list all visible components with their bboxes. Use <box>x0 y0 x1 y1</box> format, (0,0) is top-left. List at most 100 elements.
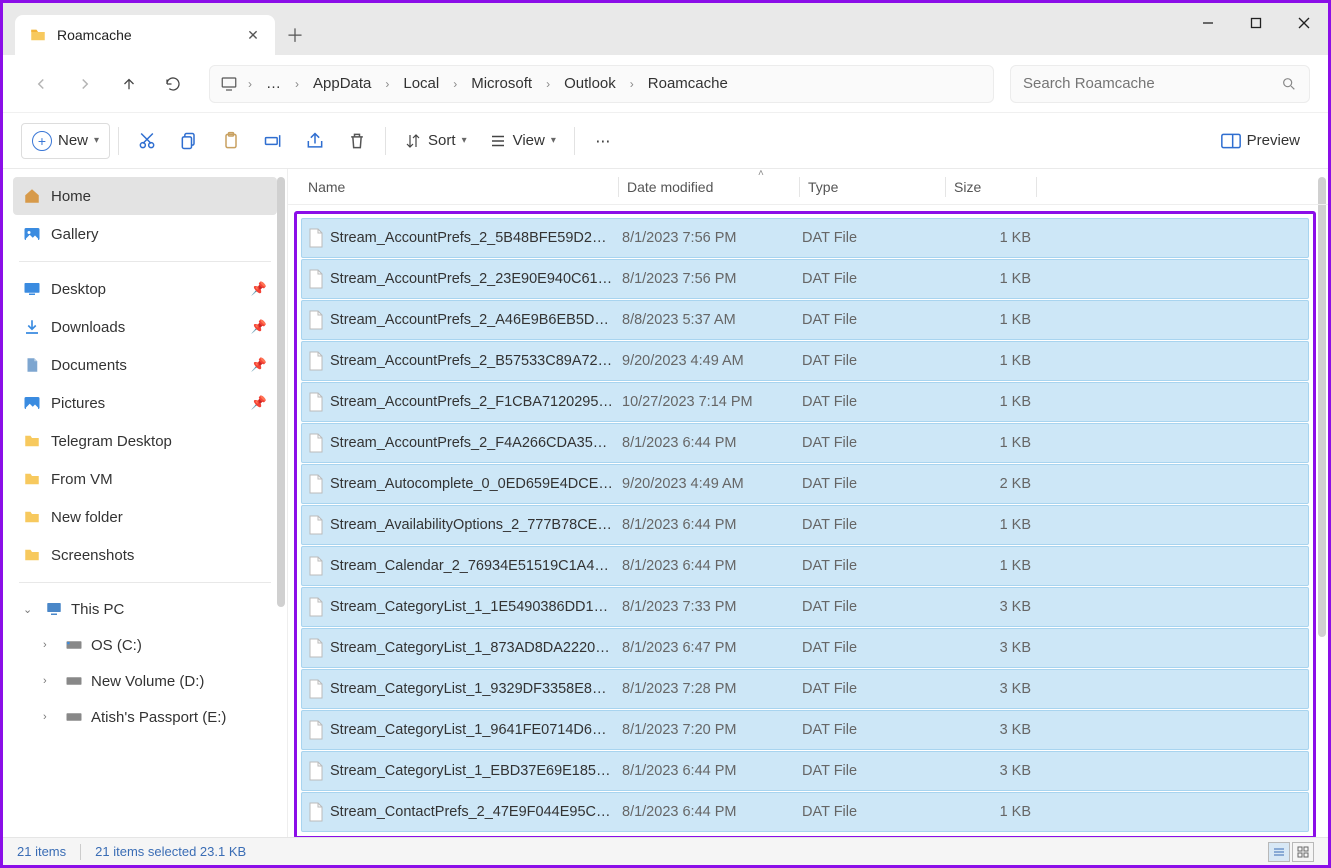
nav-gallery[interactable]: Gallery <box>13 215 277 253</box>
drive-d[interactable]: ›New Volume (D:) <box>13 663 277 699</box>
file-row[interactable]: Stream_Calendar_2_76934E51519C1A4EA…8/1/… <box>301 546 1309 586</box>
share-button[interactable] <box>295 123 335 159</box>
window-tab[interactable]: Roamcache ✕ <box>15 15 275 55</box>
delete-button[interactable] <box>337 123 377 159</box>
file-size: 1 KB <box>947 230 1037 246</box>
drive-icon <box>65 638 83 652</box>
minimize-button[interactable] <box>1184 3 1232 43</box>
pin-icon: 📌 <box>251 319 267 335</box>
file-date: 8/1/2023 7:28 PM <box>622 681 802 697</box>
file-row[interactable]: Stream_ContactPrefs_2_47E9F044E95CA0…8/1… <box>301 792 1309 832</box>
chevron-right-icon: › <box>244 77 256 91</box>
column-date[interactable]: Date modified <box>619 179 799 195</box>
view-button[interactable]: View ▾ <box>479 123 566 159</box>
file-size: 1 KB <box>947 271 1037 287</box>
breadcrumb-segment[interactable]: AppData <box>309 73 375 94</box>
file-row[interactable]: Stream_CategoryList_1_1E5490386DD152…8/1… <box>301 587 1309 627</box>
close-tab-button[interactable]: ✕ <box>245 27 261 43</box>
file-row[interactable]: Stream_CategoryList_1_9329DF3358E801…8/1… <box>301 669 1309 709</box>
file-type: DAT File <box>802 599 947 615</box>
file-date: 8/1/2023 7:20 PM <box>622 722 802 738</box>
file-date: 8/1/2023 6:44 PM <box>622 435 802 451</box>
quick-fromvm[interactable]: From VM <box>13 460 277 498</box>
copy-button[interactable] <box>169 123 209 159</box>
search-input[interactable] <box>1023 75 1281 92</box>
file-row[interactable]: Stream_AccountPrefs_2_F1CBA71202957…10/2… <box>301 382 1309 422</box>
chevron-right-icon: › <box>381 77 393 91</box>
rename-button[interactable] <box>253 123 293 159</box>
breadcrumb-segment[interactable]: Microsoft <box>467 73 536 94</box>
sort-button[interactable]: Sort ▾ <box>394 123 477 159</box>
column-size[interactable]: Size <box>946 179 1036 195</box>
folder-icon <box>23 470 41 488</box>
quick-documents[interactable]: Documents📌 <box>13 346 277 384</box>
file-row[interactable]: Stream_AccountPrefs_2_A46E9B6EB5DB2…8/8/… <box>301 300 1309 340</box>
file-row[interactable]: Stream_AvailabilityOptions_2_777B78CE0…8… <box>301 505 1309 545</box>
search-box[interactable] <box>1010 65 1310 103</box>
up-button[interactable] <box>109 64 149 104</box>
breadcrumb-segment[interactable]: Roamcache <box>644 73 732 94</box>
more-button[interactable]: ⋯ <box>583 123 623 159</box>
file-type: DAT File <box>802 804 947 820</box>
file-icon <box>302 269 330 289</box>
close-window-button[interactable] <box>1280 3 1328 43</box>
thumbnails-view-button[interactable] <box>1292 842 1314 862</box>
file-date: 8/1/2023 6:47 PM <box>622 640 802 656</box>
file-row[interactable]: Stream_AccountPrefs_2_F4A266CDA355E…8/1/… <box>301 423 1309 463</box>
drive-c[interactable]: ›OS (C:) <box>13 627 277 663</box>
file-name: Stream_CategoryList_1_9641FE0714D609… <box>330 722 622 738</box>
file-size: 1 KB <box>947 435 1037 451</box>
quick-downloads[interactable]: Downloads📌 <box>13 308 277 346</box>
quick-desktop[interactable]: Desktop📌 <box>13 270 277 308</box>
chevron-right-icon: › <box>626 77 638 91</box>
content-scrollbar[interactable] <box>1318 177 1326 637</box>
nav-this-pc[interactable]: ⌄This PC <box>13 591 277 627</box>
navigation-pane: Home Gallery Desktop📌 Downloads📌 Documen… <box>3 169 288 837</box>
quick-newfolder[interactable]: New folder <box>13 498 277 536</box>
file-date: 8/1/2023 7:33 PM <box>622 599 802 615</box>
column-type[interactable]: Type <box>800 179 945 195</box>
address-bar[interactable]: › … › AppData › Local › Microsoft › Outl… <box>209 65 994 103</box>
preview-button[interactable]: Preview <box>1211 123 1310 159</box>
nav-home[interactable]: Home <box>13 177 277 215</box>
chevron-down-icon: ▾ <box>94 135 99 146</box>
pin-icon: 📌 <box>251 357 267 373</box>
file-size: 1 KB <box>947 353 1037 369</box>
paste-button[interactable] <box>211 123 251 159</box>
new-button[interactable]: + New ▾ <box>21 123 110 159</box>
breadcrumb-overflow[interactable]: … <box>262 73 285 94</box>
breadcrumb-segment[interactable]: Local <box>399 73 443 94</box>
cut-button[interactable] <box>127 123 167 159</box>
maximize-button[interactable] <box>1232 3 1280 43</box>
drive-e[interactable]: ›Atish's Passport (E:) <box>13 699 277 735</box>
quick-pictures[interactable]: Pictures📌 <box>13 384 277 422</box>
column-name[interactable]: Name <box>308 179 618 195</box>
file-row[interactable]: Stream_CategoryList_1_873AD8DA2220E…8/1/… <box>301 628 1309 668</box>
quick-telegram[interactable]: Telegram Desktop <box>13 422 277 460</box>
breadcrumb-segment[interactable]: Outlook <box>560 73 620 94</box>
details-view-button[interactable] <box>1268 842 1290 862</box>
file-date: 8/1/2023 6:44 PM <box>622 558 802 574</box>
file-type: DAT File <box>802 558 947 574</box>
file-icon <box>302 720 330 740</box>
folder-icon <box>23 432 41 450</box>
file-row[interactable]: Stream_AccountPrefs_2_5B48BFE59D2DD…8/1/… <box>301 218 1309 258</box>
file-row[interactable]: Stream_CategoryList_1_9641FE0714D609…8/1… <box>301 710 1309 750</box>
file-name: Stream_AccountPrefs_2_23E90E940C61A… <box>330 271 622 287</box>
file-row[interactable]: Stream_AccountPrefs_2_23E90E940C61A…8/1/… <box>301 259 1309 299</box>
file-size: 1 KB <box>947 312 1037 328</box>
file-name: Stream_Calendar_2_76934E51519C1A4EA… <box>330 558 622 574</box>
forward-button[interactable] <box>65 64 105 104</box>
refresh-button[interactable] <box>153 64 193 104</box>
file-row[interactable]: Stream_AccountPrefs_2_B57533C89A728…9/20… <box>301 341 1309 381</box>
sidebar-scrollbar[interactable] <box>277 177 285 607</box>
quick-screenshots[interactable]: Screenshots <box>13 536 277 574</box>
folder-icon <box>23 546 41 564</box>
file-row[interactable]: Stream_Autocomplete_0_0ED659E4DCE5…9/20/… <box>301 464 1309 504</box>
new-tab-button[interactable]: ＋ <box>275 15 315 55</box>
file-type: DAT File <box>802 763 947 779</box>
file-row[interactable]: Stream_CategoryList_1_EBD37E69E185B6…8/1… <box>301 751 1309 791</box>
file-size: 1 KB <box>947 394 1037 410</box>
home-icon <box>23 187 41 205</box>
back-button[interactable] <box>21 64 61 104</box>
